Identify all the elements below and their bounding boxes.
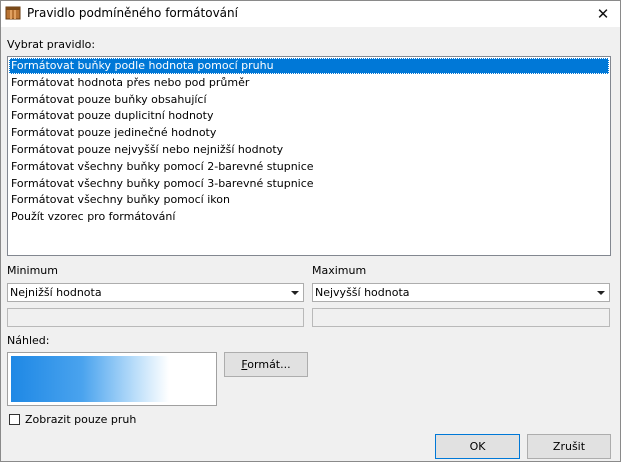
preview-box bbox=[7, 352, 217, 406]
preview-label: Náhled: bbox=[7, 334, 50, 347]
dialog-window: Pravidlo podmíněného formátování ✕ Vybra… bbox=[0, 0, 621, 462]
minimum-type-select[interactable]: Nejnižší hodnota bbox=[7, 283, 304, 302]
show-bar-only-checkbox[interactable] bbox=[9, 414, 20, 425]
rule-list-item[interactable]: Formátovat pouze buňky obsahující bbox=[9, 92, 609, 108]
format-button[interactable]: Formát... bbox=[224, 352, 308, 377]
app-icon bbox=[5, 6, 21, 20]
close-icon[interactable]: ✕ bbox=[586, 1, 620, 27]
maximum-type-select[interactable]: Nejvyšší hodnota bbox=[312, 283, 610, 302]
maximum-type-value: Nejvyšší hodnota bbox=[315, 286, 410, 299]
rule-list-item[interactable]: Formátovat pouze duplicitní hodnoty bbox=[9, 108, 609, 124]
chevron-down-icon bbox=[291, 291, 299, 295]
rule-list-item[interactable]: Formátovat buňky podle hodnota pomocí pr… bbox=[9, 58, 609, 74]
cancel-button[interactable]: Zrušit bbox=[527, 434, 611, 459]
minimum-label: Minimum bbox=[7, 264, 58, 277]
minimum-value-field bbox=[7, 308, 304, 327]
minimum-type-value: Nejnižší hodnota bbox=[10, 286, 102, 299]
show-bar-only-label: Zobrazit pouze pruh bbox=[25, 413, 137, 426]
rule-list-item[interactable]: Formátovat všechny buňky pomocí ikon bbox=[9, 192, 609, 208]
window-title: Pravidlo podmíněného formátování bbox=[27, 6, 238, 20]
ok-button[interactable]: OK bbox=[435, 434, 520, 459]
preview-data-bar bbox=[11, 356, 169, 402]
rule-list-item[interactable]: Formátovat hodnota přes nebo pod průměr bbox=[9, 75, 609, 91]
rule-list-item[interactable]: Formátovat všechny buňky pomocí 3-barevn… bbox=[9, 176, 609, 192]
maximum-label: Maximum bbox=[312, 264, 367, 277]
chevron-down-icon bbox=[597, 291, 605, 295]
maximum-value-field bbox=[312, 308, 610, 327]
rule-list-item[interactable]: Formátovat pouze jedinečné hodnoty bbox=[9, 125, 609, 141]
rule-list-item[interactable]: Formátovat všechny buňky pomocí 2-barevn… bbox=[9, 159, 609, 175]
rule-list[interactable]: Formátovat buňky podle hodnota pomocí pr… bbox=[7, 56, 611, 256]
rule-list-item[interactable]: Formátovat pouze nejvyšší nebo nejnižší … bbox=[9, 142, 609, 158]
title-bar[interactable]: Pravidlo podmíněného formátování ✕ bbox=[1, 1, 620, 27]
format-button-label: ormát... bbox=[247, 358, 291, 371]
rule-list-label: Vybrat pravidlo: bbox=[7, 38, 96, 51]
rule-list-item[interactable]: Použít vzorec pro formátování bbox=[9, 209, 609, 225]
